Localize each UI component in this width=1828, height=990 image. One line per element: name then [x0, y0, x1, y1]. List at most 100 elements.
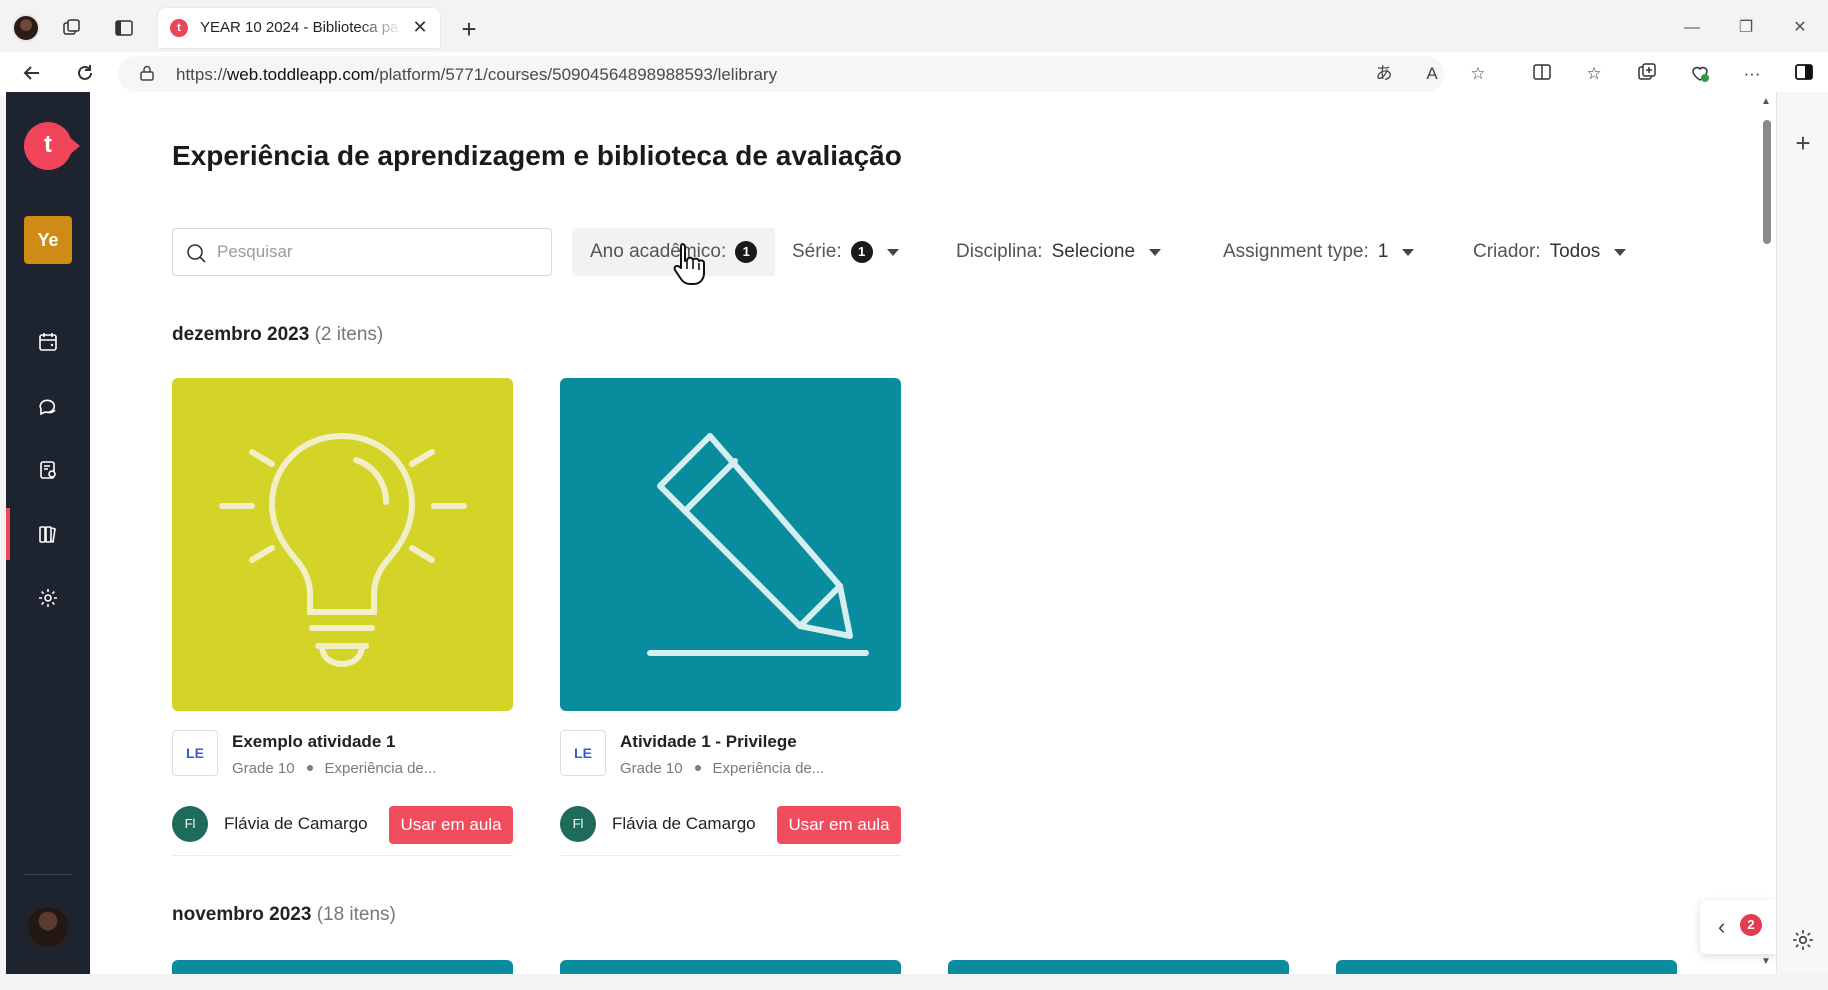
assessment-icon [40, 461, 56, 479]
chat-icon [39, 399, 56, 416]
browser-side-rail: + [1776, 92, 1828, 974]
gear-icon[interactable] [1791, 928, 1815, 952]
section-month: dezembro 2023 [172, 324, 310, 345]
chevron-down-icon [1614, 248, 1627, 256]
separator-dot [694, 765, 701, 772]
collections-icon[interactable] [1635, 62, 1659, 86]
filter-criador-value: Todos [1549, 241, 1601, 262]
search-input[interactable] [217, 241, 537, 263]
use-in-class-button[interactable]: Usar em aula [389, 806, 513, 844]
restore-icon[interactable]: ❐ [1726, 16, 1766, 40]
active-tab[interactable]: t YEAR 10 2024 - Biblioteca para e ✕ [158, 8, 440, 48]
url-prefix: https:// [176, 65, 228, 84]
filter-disciplina[interactable]: Disciplina: Selecione [956, 228, 1162, 276]
filter-serie[interactable]: Série: 1 [792, 228, 899, 276]
url-host: web.toddleapp.com [227, 65, 375, 84]
split-screen-icon[interactable] [1530, 62, 1554, 86]
card-type-badge: LE [172, 730, 218, 776]
filter-disciplina-label: Disciplina: [956, 241, 1043, 262]
page-title: Experiência de aprendizagem e biblioteca… [172, 140, 902, 171]
use-in-class-button[interactable]: Usar em aula [777, 806, 901, 844]
library-card-partial[interactable] [948, 960, 1289, 974]
minimize-icon[interactable]: — [1672, 16, 1712, 40]
library-card-partial[interactable] [1336, 960, 1677, 974]
author-name: Flávia de Camargo [612, 814, 756, 833]
library-card-partial[interactable] [172, 960, 513, 974]
filter-ano-academico[interactable]: Ano acadêmico: 1 [572, 228, 776, 276]
filter-serie-badge: 1 [850, 241, 873, 263]
card-grade: Grade 10 [620, 760, 683, 777]
card-divider [172, 855, 513, 856]
notification-badge: 2 [1740, 914, 1762, 936]
favorites-icon[interactable]: ☆ [1582, 62, 1606, 86]
filter-criador[interactable]: Criador: Todos [1473, 228, 1627, 276]
sidebar-item-chat[interactable] [6, 380, 90, 432]
user-avatar[interactable] [28, 907, 68, 947]
plus-icon[interactable]: + [1791, 128, 1815, 159]
browser-tab-bar: t YEAR 10 2024 - Biblioteca para e ✕ + —… [0, 8, 1828, 52]
translate-icon[interactable]: あ [1372, 62, 1396, 86]
scrollbar[interactable]: ▲ ▼ [1760, 92, 1772, 974]
card-meta: Grade 10 Experiência de... [232, 760, 436, 777]
toddle-favicon-icon: t [170, 19, 188, 37]
scroll-thumb[interactable] [1763, 120, 1771, 244]
profile-avatar[interactable] [12, 14, 40, 42]
sidebar: t Ye [6, 92, 90, 974]
url-text: https://web.toddleapp.com/platform/5771/… [176, 65, 777, 85]
filter-disciplina-value: Selecione [1051, 241, 1136, 262]
workspaces-icon[interactable] [60, 18, 84, 42]
library-card[interactable]: LE Exemplo atividade 1 Grade 10 Experiênc… [172, 378, 513, 856]
sidebar-divider [24, 874, 72, 875]
url-field[interactable]: https://web.toddleapp.com/platform/5771/… [118, 56, 1486, 92]
browser-essentials-icon[interactable] [1688, 62, 1712, 86]
section-count: (2 itens) [314, 324, 384, 345]
back-icon[interactable] [20, 62, 44, 86]
close-icon[interactable]: ✕ [410, 17, 430, 37]
main-content: Experiência de aprendizagem e biblioteca… [90, 92, 1776, 974]
sidebar-item-settings[interactable] [6, 572, 90, 624]
sidebar-item-calendar[interactable] [6, 316, 90, 368]
search-icon [187, 244, 206, 263]
card-title[interactable]: Exemplo atividade 1 [232, 732, 395, 752]
card-category: Experiência de... [712, 760, 825, 777]
card-type-badge: LE [560, 730, 606, 776]
refresh-icon[interactable] [73, 62, 97, 86]
url-path: /platform/5771/courses/50904564898988593… [374, 65, 778, 84]
chevron-down-icon [1402, 248, 1415, 256]
card-divider [560, 855, 901, 856]
more-icon[interactable]: ··· [1740, 62, 1764, 86]
settings-icon [39, 589, 57, 607]
author-avatar: Fl [172, 806, 208, 842]
author-name: Flávia de Camargo [224, 814, 368, 833]
sidebar-item-assessment[interactable] [6, 444, 90, 496]
section-count: (18 itens) [316, 904, 396, 925]
card-title[interactable]: Atividade 1 - Privilege [620, 732, 797, 752]
address-bar: https://web.toddleapp.com/platform/5771/… [0, 52, 1828, 96]
scroll-down-icon[interactable]: ▼ [1760, 956, 1772, 967]
filter-assignment-type[interactable]: Assignment type: 1 [1223, 228, 1415, 276]
sidebar-item-library[interactable] [6, 508, 90, 560]
search-box[interactable] [172, 228, 552, 276]
section-title-dezembro: dezembro 2023 (2 itens) [172, 324, 383, 346]
star-icon[interactable]: ☆ [1466, 62, 1490, 86]
sidebar-toggle-icon[interactable] [1792, 62, 1816, 86]
filter-criador-label: Criador: [1473, 241, 1541, 262]
filter-ano-badge: 1 [735, 241, 758, 263]
read-aloud-icon[interactable]: A [1420, 62, 1444, 86]
window-close-icon[interactable]: ✕ [1780, 16, 1820, 40]
section-month: novembro 2023 [172, 904, 312, 925]
plus-icon[interactable]: + [455, 14, 483, 45]
tab-title-fade [358, 16, 402, 40]
card-thumbnail[interactable] [560, 378, 901, 711]
library-card-partial[interactable] [560, 960, 901, 974]
toddle-logo[interactable]: t [24, 122, 80, 170]
course-tile[interactable]: Ye [24, 216, 72, 264]
chevron-left-icon: ‹ [1718, 914, 1726, 939]
filter-serie-label: Série: [792, 241, 842, 262]
tab-actions-icon[interactable] [112, 18, 136, 42]
scroll-up-icon[interactable]: ▲ [1760, 96, 1772, 107]
lock-icon[interactable] [140, 65, 154, 81]
library-card[interactable]: LE Atividade 1 - Privilege Grade 10 Exper… [560, 378, 901, 856]
toddle-app: t Ye Experiência de aprendizagem e bibli… [6, 92, 1776, 974]
card-thumbnail[interactable] [172, 378, 513, 711]
